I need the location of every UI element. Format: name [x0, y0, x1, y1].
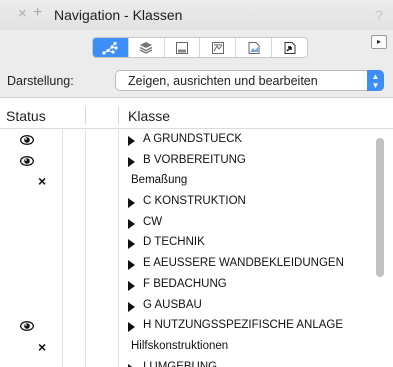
- disclosure-triangle-icon[interactable]: [128, 301, 135, 312]
- class-name: E AEUSSERE WANDBEKLEIDUNGEN: [143, 257, 344, 270]
- viewport-button[interactable]: [236, 38, 273, 57]
- excluded-icon[interactable]: ×: [38, 337, 46, 357]
- disclosure-triangle-icon[interactable]: [128, 156, 135, 167]
- table-row[interactable]: D TECHNIK: [0, 233, 393, 254]
- reference-button[interactable]: [272, 38, 307, 57]
- disclosure-triangle-icon[interactable]: [128, 322, 135, 333]
- excluded-icon[interactable]: ×: [38, 171, 46, 191]
- column-header-class[interactable]: Klasse: [128, 108, 170, 124]
- class-name: G AUSBAU: [143, 298, 202, 311]
- eye-icon[interactable]: [19, 319, 35, 337]
- class-name: I UMGEBUNG: [143, 360, 218, 367]
- class-hierarchy-button[interactable]: [93, 38, 129, 57]
- layers-button[interactable]: [129, 38, 165, 57]
- class-list: A GRUNDSTUECK B VORBEREITUNG × Bemaßung C KO…: [0, 130, 393, 367]
- toolbar: ▸: [0, 30, 393, 63]
- table-row[interactable]: F BEDACHUNG: [0, 275, 393, 296]
- disclosure-triangle-icon[interactable]: [128, 198, 135, 209]
- sheet-layer-icon: [176, 41, 189, 54]
- eye-icon[interactable]: [19, 133, 35, 151]
- view-segmented-control: [92, 37, 308, 58]
- table-row[interactable]: CW: [0, 213, 393, 234]
- expand-panel-button[interactable]: ▸: [371, 35, 387, 49]
- vertical-scrollbar[interactable]: [376, 138, 384, 277]
- table-header: Status Klasse: [0, 102, 393, 129]
- title-bar: × + Navigation - Klassen ?: [0, 0, 393, 30]
- class-name: CW: [143, 215, 163, 228]
- class-name: B VORBEREITUNG: [143, 153, 246, 166]
- table-row[interactable]: C KONSTRUKTION: [0, 192, 393, 213]
- reference-icon: [284, 41, 296, 54]
- class-name: F BEDACHUNG: [143, 277, 227, 290]
- class-name: D TECHNIK: [143, 236, 205, 249]
- class-name: H NUTZUNGSSPEZIFISCHE ANLAGE: [143, 319, 344, 332]
- class-name: Bemaßung: [131, 174, 188, 187]
- column-divider: [85, 107, 86, 124]
- disclosure-triangle-icon[interactable]: [128, 136, 135, 146]
- disclosure-triangle-icon[interactable]: [128, 218, 135, 229]
- add-icon[interactable]: +: [33, 5, 42, 21]
- table-row[interactable]: × Bemaßung: [0, 171, 393, 192]
- display-dropdown[interactable]: Zeigen, ausrichten und bearbeiten ▲ ▼: [115, 70, 384, 91]
- table-row[interactable]: A GRUNDSTUECK: [0, 130, 393, 151]
- class-name: A GRUNDSTUECK: [143, 133, 243, 145]
- disclosure-triangle-icon[interactable]: [128, 280, 135, 291]
- display-row: Darstellung: Zeigen, ausrichten und bear…: [0, 63, 393, 98]
- disclosure-triangle-icon[interactable]: [128, 363, 135, 367]
- table-row[interactable]: H NUTZUNGSSPEZIFISCHE ANLAGE: [0, 316, 393, 337]
- chevron-updown-icon: ▲ ▼: [367, 70, 384, 91]
- table-row[interactable]: × Hilfskonstruktionen: [0, 337, 393, 358]
- sheet-layer-button[interactable]: [165, 38, 201, 57]
- class-name: C KONSTRUKTION: [143, 195, 246, 208]
- saved-view-icon: [211, 41, 224, 54]
- class-name: Hilfskonstruktionen: [131, 339, 229, 352]
- close-icon[interactable]: ×: [18, 6, 27, 22]
- display-label: Darstellung:: [7, 74, 74, 88]
- disclosure-triangle-icon[interactable]: [128, 239, 135, 250]
- column-divider: [118, 107, 119, 124]
- table-row[interactable]: B VORBEREITUNG: [0, 151, 393, 172]
- help-icon[interactable]: ?: [375, 7, 383, 23]
- saved-view-button[interactable]: [200, 38, 237, 57]
- disclosure-triangle-icon[interactable]: [128, 260, 135, 271]
- table-row[interactable]: G AUSBAU: [0, 296, 393, 317]
- class-hierarchy-icon: [102, 41, 119, 55]
- table-row[interactable]: I UMGEBUNG: [0, 358, 393, 367]
- column-header-status[interactable]: Status: [6, 108, 46, 124]
- layers-icon: [139, 41, 153, 54]
- display-dropdown-value: Zeigen, ausrichten und bearbeiten: [128, 74, 318, 88]
- table-row[interactable]: E AEUSSERE WANDBEKLEIDUNGEN: [0, 254, 393, 275]
- viewport-icon: [248, 41, 260, 54]
- eye-icon[interactable]: [19, 154, 35, 172]
- window-title: Navigation - Klassen: [54, 7, 183, 23]
